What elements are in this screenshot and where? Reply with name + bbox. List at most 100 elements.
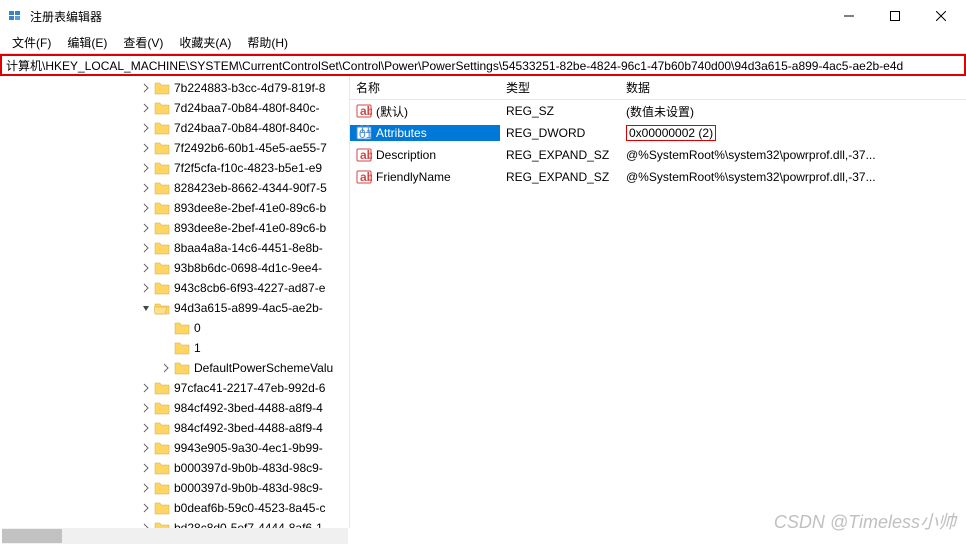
menu-view[interactable]: 查看(V): [115, 32, 171, 53]
tree-item[interactable]: 93b8b6dc-0698-4d1c-9ee4-: [0, 258, 349, 278]
tree-item-label: 7d24baa7-0b84-480f-840c-: [174, 101, 319, 115]
chevron-right-icon[interactable]: [140, 182, 152, 194]
folder-icon: [174, 341, 190, 355]
folder-icon: [154, 81, 170, 95]
column-name[interactable]: 名称: [350, 79, 500, 96]
minimize-button[interactable]: [826, 0, 872, 32]
list-item[interactable]: ab Description REG_EXPAND_SZ@%SystemRoot%\…: [350, 144, 966, 166]
chevron-right-icon[interactable]: [140, 502, 152, 514]
scrollbar-thumb[interactable]: [2, 529, 62, 543]
string-value-icon: ab: [356, 169, 372, 185]
tree-item[interactable]: 828423eb-8662-4344-90f7-5: [0, 178, 349, 198]
tree-item[interactable]: 7b224883-b3cc-4d79-819f-8: [0, 78, 349, 98]
tree-item[interactable]: 7f2f5cfa-f10c-4823-b5e1-e9: [0, 158, 349, 178]
tree-item[interactable]: 94d3a615-a899-4ac5-ae2b-: [0, 298, 349, 318]
svg-text:ab: ab: [360, 170, 372, 184]
tree-item[interactable]: 893dee8e-2bef-41e0-89c6-b: [0, 218, 349, 238]
string-value-icon: ab: [356, 103, 372, 119]
tree-item[interactable]: 7f2492b6-60b1-45e5-ae55-7: [0, 138, 349, 158]
tree-item-label: 7f2492b6-60b1-45e5-ae55-7: [174, 141, 327, 155]
tree-item[interactable]: b000397d-9b0b-483d-98c9-: [0, 458, 349, 478]
tree-item[interactable]: 943c8cb6-6f93-4227-ad87-e: [0, 278, 349, 298]
string-value-icon: ab: [356, 147, 372, 163]
chevron-right-icon[interactable]: [140, 102, 152, 114]
tree-item[interactable]: 9943e905-9a30-4ec1-9b99-: [0, 438, 349, 458]
list-item[interactable]: ab(默认)REG_SZ(数值未设置): [350, 100, 966, 122]
tree-item-label: 984cf492-3bed-4488-a8f9-4: [174, 401, 323, 415]
chevron-right-icon[interactable]: [140, 162, 152, 174]
folder-icon: [154, 401, 170, 415]
tree-item[interactable]: 984cf492-3bed-4488-a8f9-4: [0, 418, 349, 438]
chevron-right-icon[interactable]: [140, 222, 152, 234]
folder-icon: [174, 361, 190, 375]
chevron-right-icon[interactable]: [160, 322, 172, 334]
folder-icon: [154, 461, 170, 475]
menu-edit[interactable]: 编辑(E): [59, 32, 115, 53]
value-type: REG_DWORD: [500, 126, 620, 140]
list-item[interactable]: abFriendlyNameREG_EXPAND_SZ@%SystemRoot%…: [350, 166, 966, 188]
value-data: @%SystemRoot%\system32\powrprof.dll,-37.…: [620, 148, 966, 162]
chevron-right-icon[interactable]: [140, 282, 152, 294]
list-item[interactable]: 110011AttributesREG_DWORD0x00000002 (2): [350, 122, 966, 144]
listview[interactable]: 名称 类型 数据 ab(默认)REG_SZ(数值未设置)110011Attrib…: [350, 76, 966, 528]
window-title: 注册表编辑器: [30, 8, 826, 25]
folder-icon: [154, 101, 170, 115]
tree-item[interactable]: 8baa4a8a-14c6-4451-8e8b-: [0, 238, 349, 258]
address-text: 计算机\HKEY_LOCAL_MACHINE\SYSTEM\CurrentCon…: [6, 57, 903, 74]
column-data[interactable]: 数据: [620, 79, 966, 96]
value-type: REG_EXPAND_SZ: [500, 148, 620, 162]
chevron-right-icon[interactable]: [140, 482, 152, 494]
chevron-right-icon[interactable]: [140, 402, 152, 414]
value-name: Description: [376, 148, 436, 162]
tree-item[interactable]: DefaultPowerSchemeValu: [0, 358, 349, 378]
tree-item[interactable]: bd28c8d0-5ef7-4444-8af6-1: [0, 518, 349, 528]
chevron-down-icon[interactable]: [140, 302, 152, 314]
folder-icon: [154, 441, 170, 455]
menu-file[interactable]: 文件(F): [4, 32, 59, 53]
folder-icon: [154, 521, 170, 528]
column-type[interactable]: 类型: [500, 79, 620, 96]
maximize-button[interactable]: [872, 0, 918, 32]
tree-item[interactable]: 97cfac41-2217-47eb-992d-6: [0, 378, 349, 398]
tree-item[interactable]: b000397d-9b0b-483d-98c9-: [0, 478, 349, 498]
tree-item-label: 1: [194, 341, 201, 355]
chevron-right-icon[interactable]: [140, 462, 152, 474]
chevron-right-icon[interactable]: [140, 382, 152, 394]
tree-item[interactable]: 7d24baa7-0b84-480f-840c-: [0, 98, 349, 118]
menu-favorites[interactable]: 收藏夹(A): [171, 32, 239, 53]
tree-item[interactable]: 893dee8e-2bef-41e0-89c6-b: [0, 198, 349, 218]
tree-item-label: 97cfac41-2217-47eb-992d-6: [174, 381, 325, 395]
folder-icon: [154, 381, 170, 395]
tree-item[interactable]: 1: [0, 338, 349, 358]
folder-icon: [154, 281, 170, 295]
menu-help[interactable]: 帮助(H): [239, 32, 296, 53]
tree-item-label: 9943e905-9a30-4ec1-9b99-: [174, 441, 323, 455]
tree-item[interactable]: 984cf492-3bed-4488-a8f9-4: [0, 398, 349, 418]
chevron-right-icon[interactable]: [140, 442, 152, 454]
value-type: REG_EXPAND_SZ: [500, 170, 620, 184]
tree-item[interactable]: b0deaf6b-59c0-4523-8a45-c: [0, 498, 349, 518]
folder-icon: [154, 141, 170, 155]
addressbar[interactable]: 计算机\HKEY_LOCAL_MACHINE\SYSTEM\CurrentCon…: [0, 54, 966, 76]
titlebar: 注册表编辑器: [0, 0, 966, 32]
chevron-right-icon[interactable]: [140, 142, 152, 154]
app-icon: [8, 8, 24, 24]
chevron-right-icon[interactable]: [140, 82, 152, 94]
tree-item-label: 7b224883-b3cc-4d79-819f-8: [174, 81, 325, 95]
tree-item[interactable]: 7d24baa7-0b84-480f-840c-: [0, 118, 349, 138]
chevron-right-icon[interactable]: [140, 262, 152, 274]
tree-panel[interactable]: 7b224883-b3cc-4d79-819f-8 7d24baa7-0b84-4…: [0, 76, 350, 528]
value-name: (默认): [376, 103, 408, 120]
chevron-right-icon[interactable]: [140, 242, 152, 254]
chevron-right-icon[interactable]: [160, 342, 172, 354]
tree-item[interactable]: 0: [0, 318, 349, 338]
folder-icon: [154, 261, 170, 275]
tree-item-label: 893dee8e-2bef-41e0-89c6-b: [174, 201, 326, 215]
chevron-right-icon[interactable]: [140, 202, 152, 214]
chevron-right-icon[interactable]: [160, 362, 172, 374]
chevron-right-icon[interactable]: [140, 122, 152, 134]
close-button[interactable]: [918, 0, 964, 32]
tree-horizontal-scrollbar[interactable]: [2, 528, 348, 544]
value-name: FriendlyName: [376, 170, 451, 184]
chevron-right-icon[interactable]: [140, 422, 152, 434]
